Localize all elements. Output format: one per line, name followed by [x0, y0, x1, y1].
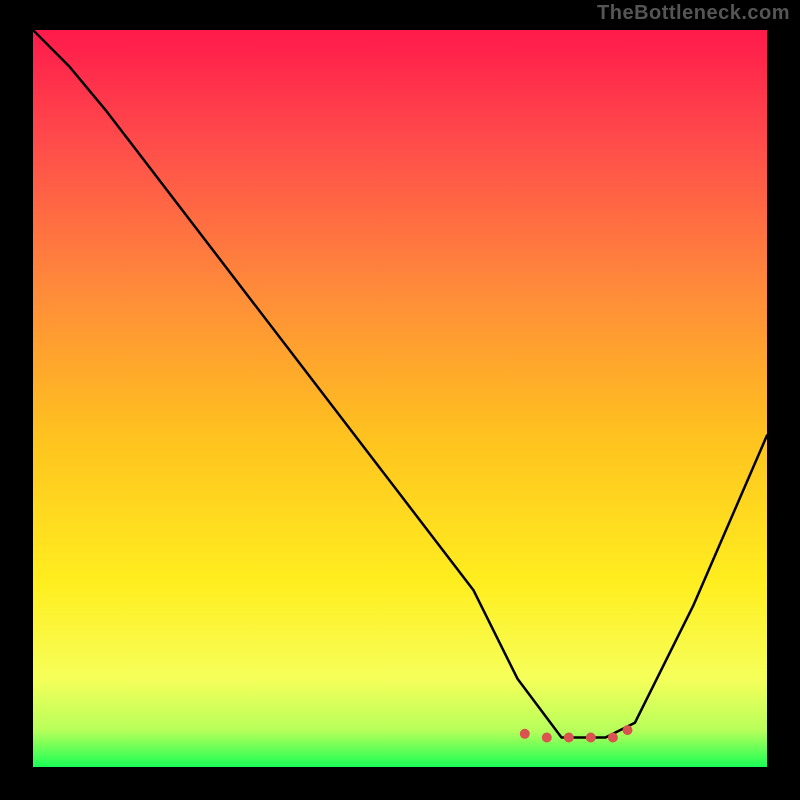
- plot-background: [33, 30, 767, 767]
- minimum-marker: [542, 733, 552, 743]
- minimum-marker: [564, 733, 574, 743]
- bottleneck-chart: [0, 0, 800, 800]
- minimum-marker: [623, 725, 633, 735]
- minimum-marker: [520, 729, 530, 739]
- minimum-marker: [586, 733, 596, 743]
- chart-frame: TheBottleneck.com: [0, 0, 800, 800]
- minimum-marker: [608, 733, 618, 743]
- watermark-text: TheBottleneck.com: [597, 2, 790, 25]
